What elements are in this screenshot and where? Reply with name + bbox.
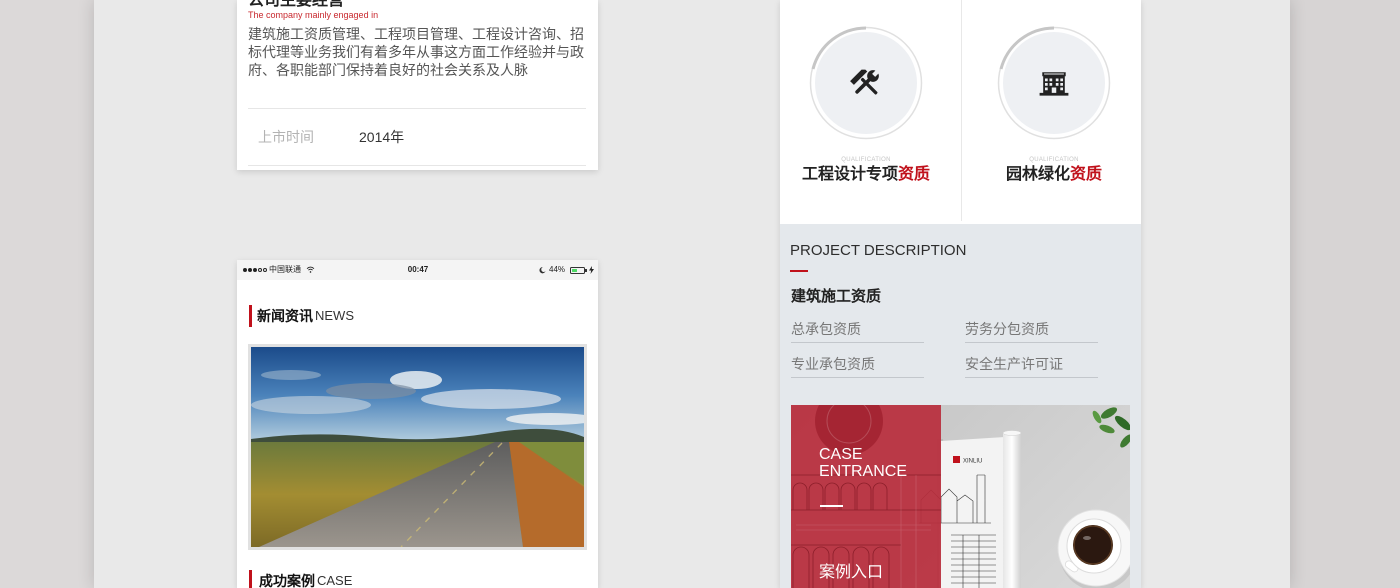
case-entrance-title-en-2: ENTRANCE <box>819 463 908 480</box>
clock-time: 00:47 <box>407 265 429 274</box>
case-section-title-en: CASE <box>317 573 353 588</box>
backdrop-right <box>1290 0 1400 588</box>
project-description: PROJECT DESCRIPTION 建筑施工资质 总承包资质 劳务分包资质 … <box>780 224 1141 588</box>
qualification-card[interactable]: QUALIFICATION 园林绿化资质 <box>968 0 1140 224</box>
battery-icon <box>570 267 585 274</box>
qualification-panel: QUALIFICATION 工程设计专项资质 QUALIFICATION 园林绿… <box>780 0 1141 588</box>
listing-date-label: 上市时间 <box>258 129 314 145</box>
listing-date-value: 2014年 <box>359 129 405 145</box>
landscape-road-image <box>251 347 584 547</box>
signal-dot <box>263 268 267 272</box>
company-business-card: 公司主要经营 The company mainly engaged in 建筑施… <box>237 0 598 170</box>
column-divider <box>961 0 962 221</box>
plant <box>1092 407 1130 448</box>
overlay-blueprint-lines <box>791 405 941 588</box>
case-section-title: 成功案例 <box>259 573 315 588</box>
signal-strength-icon <box>243 268 268 272</box>
qualification-link-safety-permit[interactable]: 安全生产许可证 <box>965 355 1098 378</box>
case-entrance-dash <box>820 505 843 507</box>
case-entrance-title-cn[interactable]: 案例入口 <box>819 564 883 582</box>
signal-dot <box>243 268 247 272</box>
case-entrance-red-overlay: CASE ENTRANCE 案例入口 <box>791 405 941 588</box>
signal-dot <box>253 268 257 272</box>
carrier-name: 中国联通 <box>269 265 301 274</box>
title-underline <box>790 270 808 272</box>
divider <box>248 165 586 166</box>
qualification-title: 工程设计专项资质 <box>780 166 952 184</box>
paper-roll-end <box>1002 430 1022 436</box>
battery-level-fill <box>571 268 577 273</box>
qualification-tag: QUALIFICATION <box>841 157 891 163</box>
battery-percentage: 44% <box>549 265 566 274</box>
coffee-cup <box>1057 509 1130 588</box>
case-entrance-title-en: CASE <box>819 446 863 463</box>
status-bar: 中国联通 00:47 44% <box>237 260 598 280</box>
brand-logo-mark <box>953 456 960 463</box>
qualification-card[interactable]: QUALIFICATION 工程设计专项资质 <box>780 0 952 224</box>
phone-screen: 中国联通 00:47 44% 新闻资讯 NEWS 成功案例 CASE <box>237 260 598 588</box>
signal-dot <box>258 268 262 272</box>
charging-icon <box>589 266 594 274</box>
paper-roll <box>1003 433 1021 588</box>
qualification-highlight: 资质 <box>898 166 931 183</box>
news-photo[interactable] <box>248 344 587 550</box>
news-section-title: 新闻资讯 <box>257 308 313 324</box>
qualification-title: 园林绿化资质 <box>968 166 1140 184</box>
company-heading: 公司主要经营 <box>248 0 345 9</box>
qualification-link-general-contracting[interactable]: 总承包资质 <box>791 320 924 343</box>
project-description-subtitle: 建筑施工资质 <box>791 288 882 305</box>
news-section-title-en: NEWS <box>315 308 354 323</box>
qualification-name: 园林绿化 <box>1005 166 1070 183</box>
building-icon <box>1039 72 1069 96</box>
tools-icon <box>850 69 880 95</box>
wifi-icon <box>306 266 315 273</box>
qualification-link-specialty-contracting[interactable]: 专业承包资质 <box>791 355 924 378</box>
news-section-marker <box>249 305 252 327</box>
divider <box>248 108 586 109</box>
signal-dot <box>248 268 252 272</box>
project-description-title: PROJECT DESCRIPTION <box>790 242 967 259</box>
case-section-marker <box>249 570 252 588</box>
case-entrance-banner[interactable]: XINLIU CASE ENTRANCE 案例入口 <box>791 405 1130 588</box>
qualification-tag: QUALIFICATION <box>1029 157 1079 163</box>
battery-cap <box>585 269 587 272</box>
moon-icon <box>539 267 546 274</box>
brand-logo-text: XINLIU <box>963 459 982 465</box>
company-description: 建筑施工资质管理、工程项目管理、工程设计咨询、招标代理等业务我们有着多年从事这方… <box>248 26 584 78</box>
backdrop-left <box>0 0 94 588</box>
qualification-name: 工程设计专项 <box>801 166 898 183</box>
qualification-highlight: 资质 <box>1070 166 1103 183</box>
qualification-link-labor-subcontracting[interactable]: 劳务分包资质 <box>965 320 1098 343</box>
company-subheading: The company mainly engaged in <box>248 10 379 20</box>
